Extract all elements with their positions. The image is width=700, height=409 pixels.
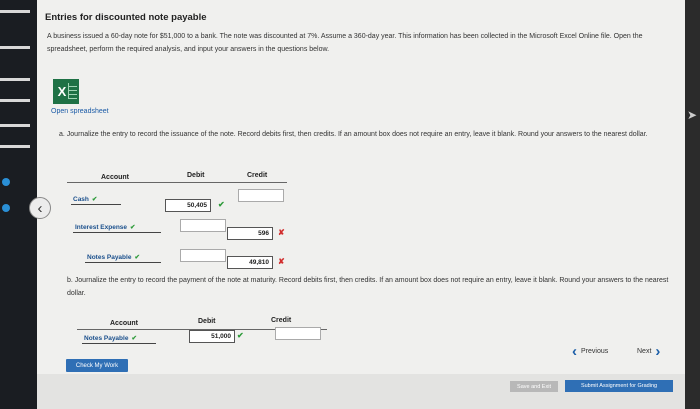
pointer-arrow-icon: ➤ [687, 108, 698, 122]
col-header-credit: Credit [247, 172, 268, 179]
back-arrow-icon[interactable]: ‹ [29, 197, 51, 219]
previous-button[interactable]: ‹ Previous [572, 343, 608, 360]
next-button[interactable]: Next › [637, 343, 660, 360]
debit-input-interest-expense[interactable] [180, 219, 226, 232]
check-icon: ✔ [218, 200, 225, 209]
check-icon: ✔ [237, 331, 244, 340]
debit-input-cash[interactable]: 50,405 [165, 199, 211, 212]
account-select-cash[interactable]: Cash ✔ [71, 195, 121, 205]
credit-input-notes-payable[interactable]: 49,810 [227, 256, 273, 269]
progress-dot [2, 178, 10, 186]
account-select-interest-expense[interactable]: Interest Expense ✔ [73, 223, 161, 233]
sidebar-bar [0, 99, 30, 102]
excel-icon[interactable]: X [53, 79, 79, 104]
col-header-credit: Credit [271, 317, 292, 324]
question-a: a. Journalize the entry to record the is… [59, 131, 648, 138]
check-my-work-button[interactable]: Check My Work [66, 359, 128, 372]
credit-input-cash[interactable] [238, 189, 284, 202]
progress-dot [2, 204, 10, 212]
credit-input-notes-payable-b[interactable] [275, 327, 321, 340]
page-title: Entries for discounted note payable [45, 12, 207, 23]
scrollbar[interactable]: ➤ [685, 0, 700, 409]
col-header-account: Account [110, 320, 138, 327]
submit-assignment-button[interactable]: Submit Assignment for Grading [565, 380, 673, 392]
col-header-debit: Debit [198, 318, 216, 325]
sidebar-bar [0, 145, 30, 148]
x-icon: ✘ [278, 257, 285, 266]
sidebar-bar [0, 78, 30, 81]
open-spreadsheet-link[interactable]: Open spreadsheet [51, 108, 109, 115]
col-header-debit: Debit [187, 172, 205, 179]
chevron-right-icon: › [655, 343, 661, 360]
sidebar-bar [0, 124, 30, 127]
assignment-page: Entries for discounted note payable A bu… [37, 0, 685, 409]
header-rule [67, 182, 287, 183]
sidebar-bar [0, 10, 30, 13]
x-icon: ✘ [278, 228, 285, 237]
debit-input-notes-payable[interactable] [180, 249, 226, 262]
account-select-notes-payable[interactable]: Notes Payable ✔ [85, 253, 161, 263]
save-exit-button[interactable]: Save and Exit [510, 381, 558, 392]
question-b: b. Journalize the entry to record the pa… [67, 277, 669, 297]
problem-description: A business issued a 60-day note for $51,… [47, 33, 643, 53]
col-header-account: Account [101, 174, 129, 181]
sidebar-bar [0, 46, 30, 49]
account-select-notes-payable-b[interactable]: Notes Payable ✔ [82, 334, 156, 344]
chevron-left-icon: ‹ [572, 343, 577, 360]
debit-input-notes-payable-b[interactable]: 51,000 [189, 330, 235, 343]
credit-input-interest-expense[interactable]: 596 [227, 227, 273, 240]
